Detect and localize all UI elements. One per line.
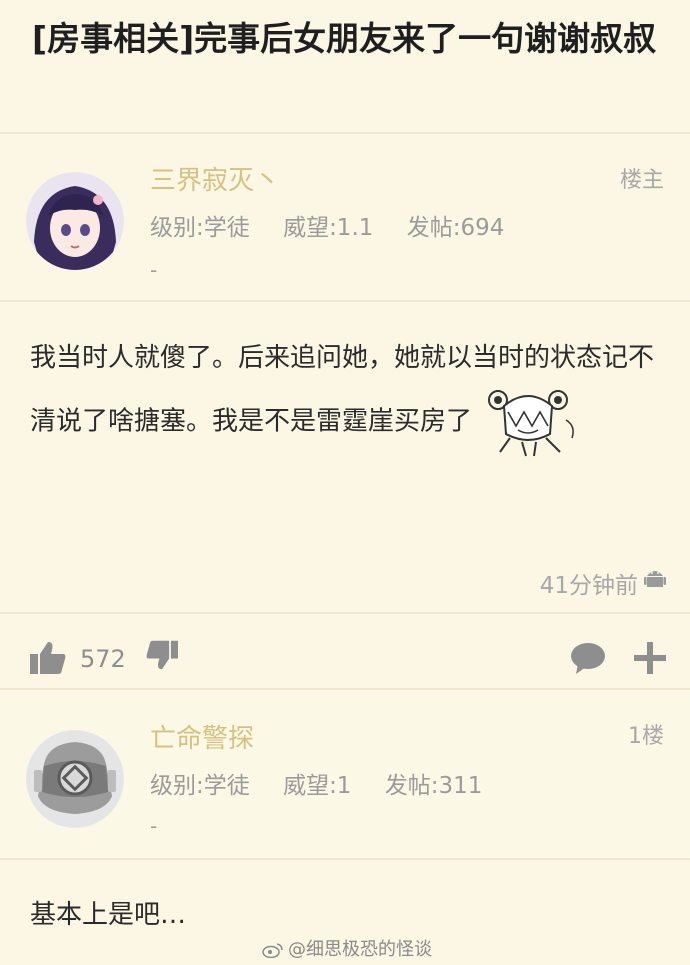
op-username[interactable]: 三界寂灭丶 (150, 160, 280, 197)
divider (0, 612, 690, 614)
thumbs-down-icon[interactable] (146, 640, 178, 670)
reply-floor-label: 1楼 (628, 724, 664, 749)
reply-avatar[interactable] (26, 730, 124, 828)
op-floor-label: 楼主 (619, 168, 664, 193)
reply-post-count: 发帖:311 (384, 773, 483, 799)
op-content: 我当时人就傻了。后来追问她，她就以当时的状态记不清说了啥搪塞。我是不是雷霆崖买房… (30, 330, 660, 458)
op-prestige: 威望:1.1 (283, 215, 374, 241)
like-count: 572 (80, 645, 126, 673)
thumbs-up-icon[interactable] (30, 642, 66, 674)
weibo-icon (262, 943, 283, 959)
divider (0, 300, 690, 302)
reply-level: 级别:学徒 (150, 773, 250, 799)
divider (0, 132, 690, 134)
post-title: [房事相关]完事后女朋友来了一句谢谢叔叔 (32, 19, 657, 58)
reply-content: 基本上是吧… (30, 900, 187, 930)
comment-bubble-icon[interactable] (570, 642, 606, 674)
reply-prestige: 威望:1 (283, 773, 352, 799)
android-icon (644, 571, 666, 587)
divider (0, 858, 690, 860)
op-avatar[interactable] (26, 172, 124, 270)
reply-username[interactable]: 亡命警探 (150, 718, 254, 755)
watermark-text: @细思极恐的怪谈 (288, 939, 432, 960)
op-post-count: 发帖:694 (406, 215, 505, 241)
sticker-icon (488, 390, 575, 457)
op-signature: - (150, 258, 158, 282)
action-bar: 572 (0, 630, 690, 688)
op-meta: 级别:学徒 威望:1.1 发帖:694 (150, 208, 530, 242)
watermark: @细思极恐的怪谈 (262, 935, 432, 961)
op-level: 级别:学徒 (150, 215, 250, 241)
reply-signature: - (150, 814, 158, 838)
reply-meta: 级别:学徒 威望:1 发帖:311 (150, 766, 508, 800)
post-timestamp: 41分钟前 (539, 573, 638, 599)
plus-icon[interactable] (634, 642, 666, 674)
